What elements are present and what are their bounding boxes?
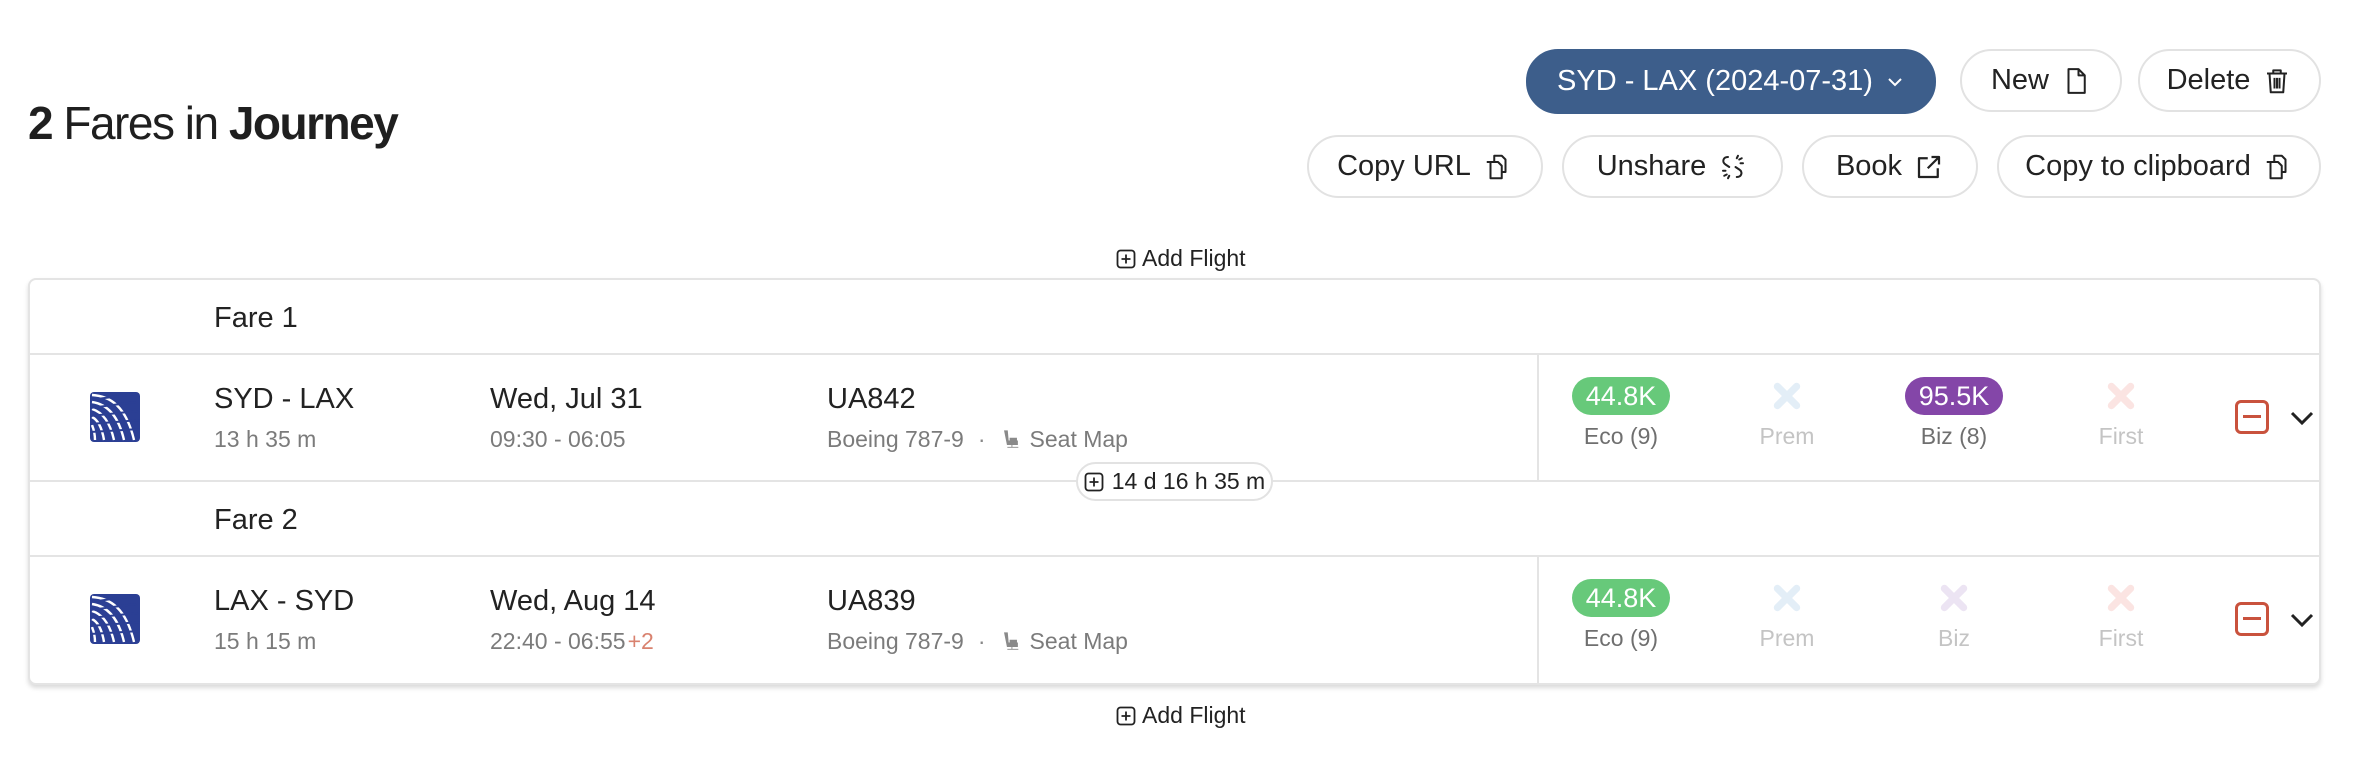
day-offset: +2 — [627, 628, 654, 654]
cabin-eco: 44.8K Eco (9) — [1556, 579, 1686, 652]
unshare-button[interactable]: Unshare — [1562, 135, 1783, 198]
clipboard-copy-icon — [2266, 154, 2287, 179]
aircraft: Boeing 787-9 — [827, 426, 964, 452]
flight-times: 09:30 - 06:05 — [490, 426, 626, 452]
seat-map-label: Seat Map — [1029, 628, 1128, 654]
book-button[interactable]: Book — [1802, 135, 1978, 198]
cabin-label: Eco (9) — [1583, 423, 1659, 449]
cabin-label: Biz — [1938, 625, 1970, 651]
route: SYD - LAX — [214, 383, 355, 415]
cabin-label: Biz (8) — [1920, 423, 1988, 449]
plus-square-icon — [1116, 249, 1136, 268]
unshare-label: Unshare — [1596, 150, 1707, 182]
book-label: Book — [1835, 150, 1903, 182]
united-airlines-globe-icon — [90, 594, 140, 644]
copy-to-clipboard-button[interactable]: Copy to clipboard — [1997, 135, 2321, 198]
cabin-first: First — [2056, 377, 2186, 450]
remove-flight-button[interactable] — [2235, 400, 2269, 434]
route-column: SYD - LAX 13 h 35 m — [214, 383, 354, 453]
delete-label: Delete — [2166, 64, 2251, 96]
flight-date: Wed, Jul 31 — [490, 383, 643, 415]
add-flight-label: Add Flight — [1142, 245, 1246, 271]
fare-header: Fare 1 — [30, 280, 2319, 355]
journey-select-dropdown[interactable]: SYD - LAX (2024-07-31) — [1526, 49, 1936, 114]
layover-add-flight-button[interactable]: 14 d 16 h 35 m — [1076, 462, 1273, 501]
column-divider — [1537, 557, 1539, 684]
date-column: Wed, Jul 31 09:30 - 06:05 — [490, 383, 643, 453]
page-title: 2 Fares in Journey — [28, 96, 399, 150]
expand-chevron-icon[interactable] — [2287, 605, 2317, 635]
delete-button[interactable]: Delete — [2138, 49, 2321, 112]
seat-map-label: Seat Map — [1029, 426, 1128, 452]
unavailable-x-icon — [2105, 377, 2137, 415]
cabin-label: First — [2098, 625, 2144, 651]
title-journey: Journey — [228, 97, 399, 149]
copy-icon — [1486, 154, 1507, 179]
biz-price-badge[interactable]: 95.5K — [1904, 377, 2004, 415]
new-button[interactable]: New — [1960, 49, 2122, 112]
cabin-prem: Prem — [1722, 579, 1852, 652]
flight-times: 22:40 - 06:55 — [490, 628, 626, 654]
cabin-eco: 44.8K Eco (9) — [1556, 377, 1686, 450]
flight-date: Wed, Aug 14 — [490, 585, 656, 617]
duration: 13 h 35 m — [214, 426, 317, 452]
separator-dot: · — [977, 426, 986, 452]
new-file-icon — [2067, 67, 2086, 94]
cabin-biz: Biz — [1889, 579, 2019, 652]
flight-row[interactable]: LAX - SYD 15 h 15 m Wed, Aug 14 22:40 - … — [30, 557, 2319, 684]
seat-icon — [1003, 429, 1018, 448]
aircraft: Boeing 787-9 — [827, 628, 964, 654]
duration: 15 h 15 m — [214, 628, 317, 654]
cabin-prem: Prem — [1722, 377, 1852, 450]
eco-price-badge[interactable]: 44.8K — [1571, 377, 1671, 415]
flight-number: UA842 — [827, 383, 916, 415]
unavailable-x-icon — [1771, 377, 1803, 415]
remove-flight-button[interactable] — [2235, 602, 2269, 636]
add-flight-top-button[interactable]: Add Flight — [1116, 245, 1246, 272]
flight-info-column: UA842 Boeing 787-9 · Seat Map — [827, 383, 1128, 453]
route: LAX - SYD — [214, 585, 355, 617]
layover-duration: 14 d 16 h 35 m — [1111, 468, 1266, 494]
flight-info-column: UA839 Boeing 787-9 · Seat Map — [827, 585, 1128, 655]
external-link-icon — [1917, 155, 1941, 178]
separator-dot: · — [977, 628, 986, 654]
cabin-label: Prem — [1759, 423, 1815, 449]
plus-square-icon — [1084, 472, 1104, 491]
broken-link-icon — [1722, 154, 1745, 179]
cabin-biz: 95.5K Biz (8) — [1889, 377, 2019, 450]
route-column: LAX - SYD 15 h 15 m — [214, 585, 354, 655]
date-column: Wed, Aug 14 22:40 - 06:55 +2 — [490, 585, 656, 655]
copy-url-label: Copy URL — [1337, 150, 1471, 182]
cabin-label: Eco (9) — [1583, 625, 1659, 651]
unavailable-x-icon — [1771, 579, 1803, 617]
fare-label: Fare 1 — [214, 302, 298, 334]
seat-map-link[interactable]: Seat Map — [1000, 426, 1128, 453]
united-airlines-globe-icon — [90, 392, 140, 442]
copy-to-clipboard-label: Copy to clipboard — [2025, 150, 2251, 182]
title-middle: Fares in — [63, 97, 219, 149]
eco-price-badge[interactable]: 44.8K — [1571, 579, 1671, 617]
copy-url-button[interactable]: Copy URL — [1307, 135, 1543, 198]
fare-count: 2 — [28, 97, 54, 149]
unavailable-x-icon — [2105, 579, 2137, 617]
cabin-label: Prem — [1759, 625, 1815, 651]
plus-square-icon — [1116, 706, 1136, 725]
seat-map-link[interactable]: Seat Map — [1000, 628, 1128, 655]
journey-select-label: SYD - LAX (2024-07-31) — [1557, 65, 1873, 97]
cabin-label: First — [2098, 423, 2144, 449]
trash-icon — [2267, 68, 2288, 93]
flight-number: UA839 — [827, 585, 916, 617]
new-label: New — [1990, 64, 2049, 96]
unavailable-x-icon — [1938, 579, 1970, 617]
fare-label: Fare 2 — [214, 504, 298, 536]
add-flight-label: Add Flight — [1142, 702, 1246, 728]
expand-chevron-icon[interactable] — [2287, 403, 2317, 433]
chevron-down-icon — [1888, 77, 1902, 86]
cabin-first: First — [2056, 579, 2186, 652]
column-divider — [1537, 355, 1539, 480]
seat-icon — [1003, 631, 1018, 650]
add-flight-bottom-button[interactable]: Add Flight — [1116, 702, 1246, 729]
